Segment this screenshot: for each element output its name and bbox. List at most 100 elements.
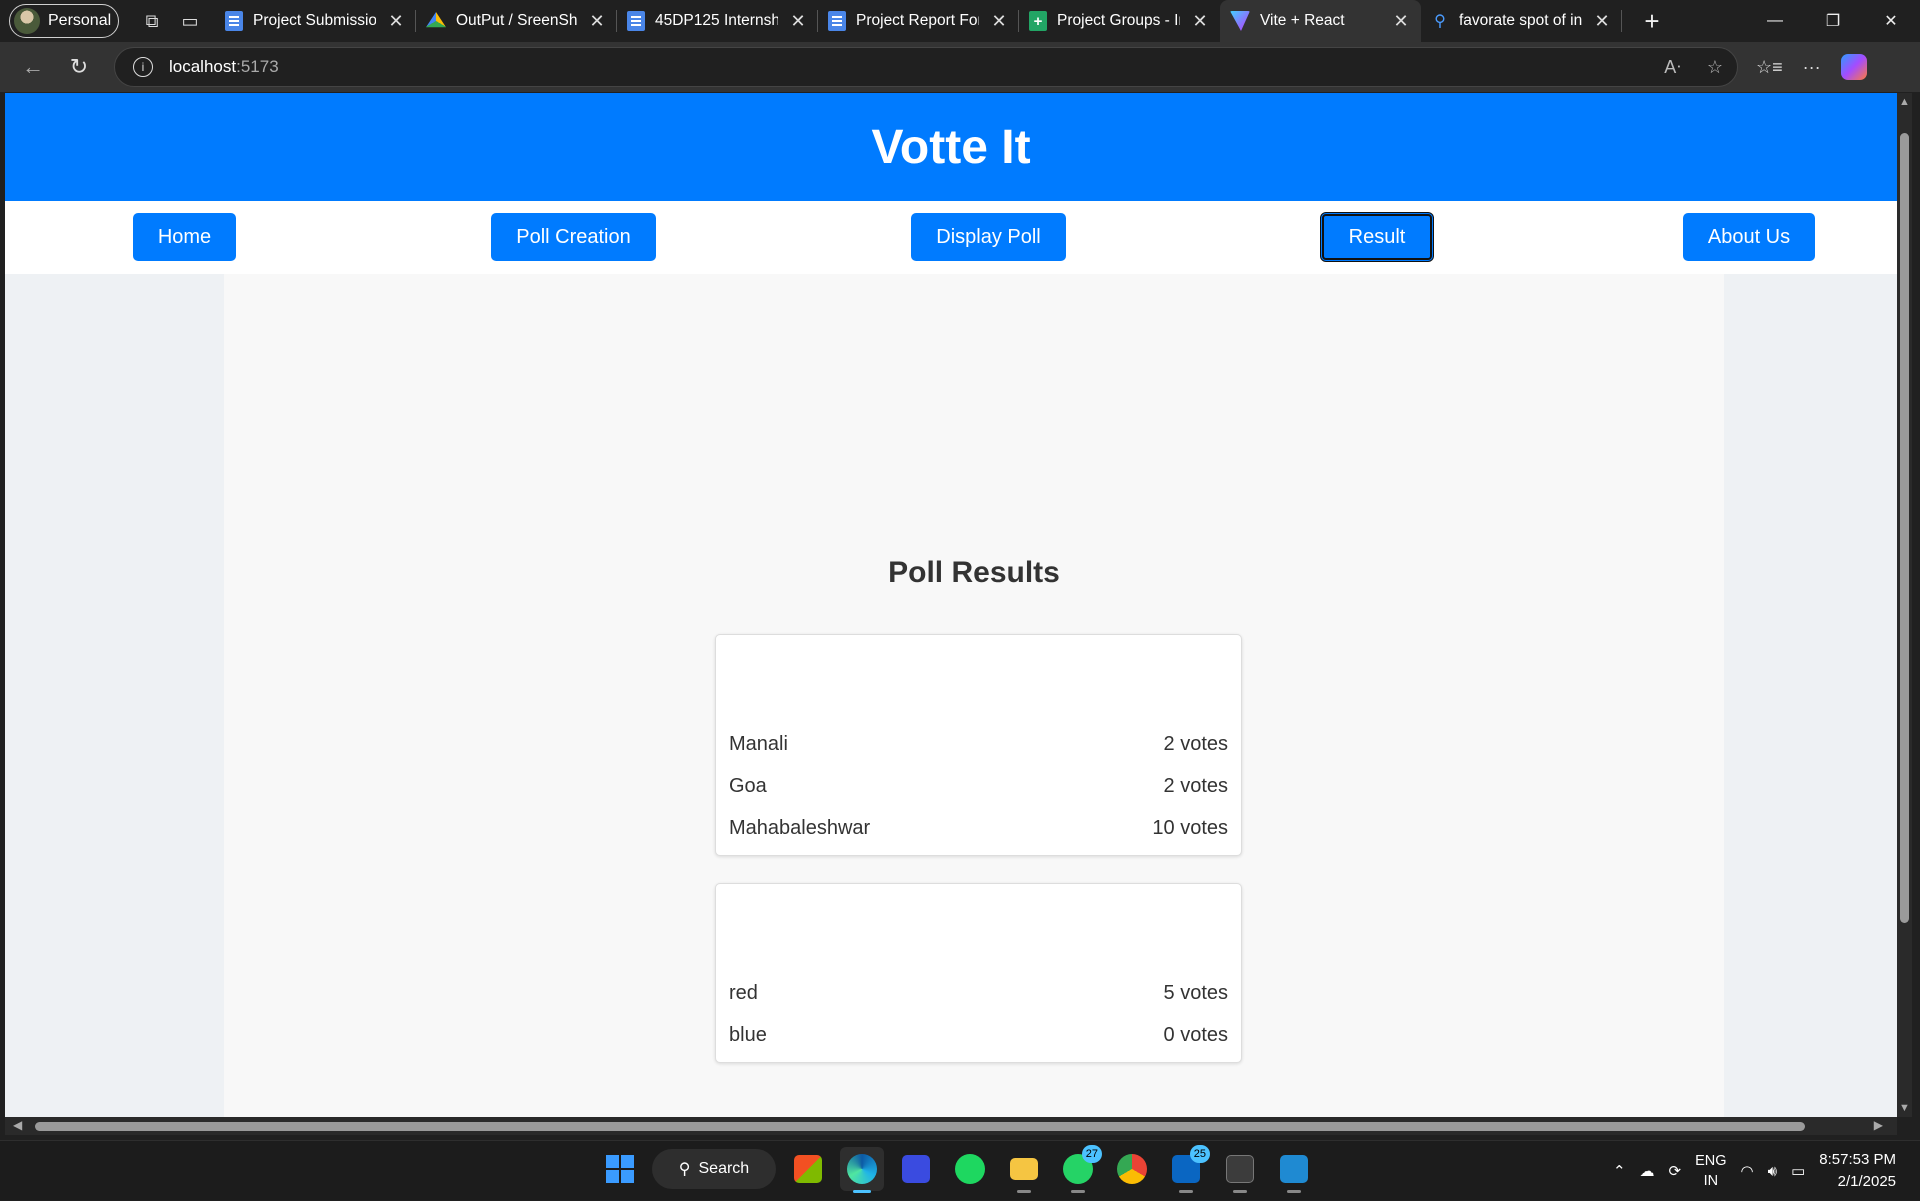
browser-tab[interactable]: Project Report Form ✕ <box>818 0 1019 42</box>
poll-question <box>729 635 1228 723</box>
close-tab-icon[interactable]: ✕ <box>989 11 1009 32</box>
close-window-icon[interactable]: ✕ <box>1862 0 1920 42</box>
app-icon[interactable] <box>894 1147 938 1191</box>
tab-title: OutPut / SreenShot <box>456 12 577 29</box>
profile-label: Personal <box>48 12 112 29</box>
vertical-scrollbar[interactable]: ▲ ▼ <box>1897 93 1912 1117</box>
scroll-left-icon[interactable]: ◀ <box>13 1118 22 1132</box>
favorite-star-icon[interactable]: ☆ <box>1707 57 1723 78</box>
option-name: blue <box>729 1023 767 1046</box>
search-icon: ⚲ <box>1434 13 1446 30</box>
whatsapp-badge: 27 <box>1081 1145 1102 1163</box>
restore-icon[interactable]: ❐ <box>1804 0 1862 42</box>
whatsapp-icon[interactable]: 27 <box>1056 1145 1102 1193</box>
poll-option-row: Manali 2 votes <box>729 723 1228 765</box>
chrome-icon[interactable] <box>1110 1147 1154 1191</box>
results-container: Poll Results Manali 2 votes Goa 2 votes … <box>224 274 1724 1117</box>
copilot-icon[interactable] <box>1840 54 1867 80</box>
google-docs-icon <box>627 11 645 31</box>
more-menu-icon[interactable]: ··· <box>1803 57 1821 78</box>
refresh-icon[interactable]: ↻ <box>58 46 100 88</box>
option-votes: 0 votes <box>1163 1023 1228 1046</box>
nav-display-poll-button[interactable]: Display Poll <box>911 213 1066 261</box>
app-header: Votte It <box>5 93 1897 201</box>
nav-poll-creation-button[interactable]: Poll Creation <box>491 213 656 261</box>
nav-result-button[interactable]: Result <box>1321 213 1433 261</box>
close-tab-icon[interactable]: ✕ <box>788 11 808 32</box>
scroll-up-icon[interactable]: ▲ <box>1897 96 1912 108</box>
back-arrow-icon[interactable]: ← <box>12 46 54 88</box>
google-docs-icon <box>225 11 243 31</box>
profile-button[interactable]: Personal <box>9 4 119 38</box>
browser-tab-active[interactable]: Vite + React ✕ <box>1220 0 1421 42</box>
wifi-icon[interactable]: ◠ <box>1741 1162 1754 1180</box>
site-info-icon[interactable]: i <box>133 57 153 77</box>
clock[interactable]: 8:57:53 PM 2/1/2025 <box>1819 1149 1896 1193</box>
browser-tab[interactable]: + Project Groups - In ✕ <box>1019 0 1220 42</box>
favorites-icon[interactable]: ☆≡ <box>1756 57 1783 78</box>
horizontal-scroll-thumb[interactable] <box>35 1122 1805 1131</box>
poll-option-row: red 5 votes <box>729 972 1228 1014</box>
nav-home-button[interactable]: Home <box>133 213 236 261</box>
tab-title: Project Groups - In <box>1057 12 1180 29</box>
windows-taskbar: ⚲ Search 27 25 ⌃ ☁ ⟳ ENG IN ◠ 🔊︎ ▭ 8:57:… <box>0 1140 1920 1200</box>
close-tab-icon[interactable]: ✕ <box>386 11 406 32</box>
nav-about-us-button[interactable]: About Us <box>1683 213 1815 261</box>
option-votes: 2 votes <box>1163 732 1228 755</box>
vscode-icon[interactable] <box>1272 1147 1316 1193</box>
close-tab-icon[interactable]: ✕ <box>1391 11 1411 32</box>
microsoft-store-icon[interactable] <box>786 1147 830 1191</box>
poll-result-card: Manali 2 votes Goa 2 votes Mahabaleshwar… <box>715 634 1242 856</box>
app-navbar: Home Poll Creation Display Poll Result A… <box>5 201 1897 274</box>
read-aloud-icon[interactable]: Aᐧ <box>1664 57 1681 78</box>
app-title: Votte It <box>871 120 1031 174</box>
tab-actions-icon[interactable]: ▭ <box>171 2 209 40</box>
url-field[interactable]: i localhost:5173 Aᐧ ☆ <box>114 47 1738 87</box>
url-host: localhost <box>169 57 237 76</box>
option-name: Mahabaleshwar <box>729 816 871 839</box>
tab-title: Project Report Form <box>856 12 979 29</box>
browser-tab[interactable]: ⚲ favorate spot of inc ✕ <box>1421 0 1622 42</box>
poll-option-row: blue 0 votes <box>729 1014 1228 1056</box>
scroll-down-icon[interactable]: ▼ <box>1897 1102 1912 1114</box>
edge-browser-icon[interactable] <box>840 1147 884 1193</box>
region-code: IN <box>1703 1173 1719 1189</box>
poll-option-row: Mahabaleshwar 10 votes <box>729 807 1228 849</box>
windows-logo-icon <box>606 1155 634 1183</box>
onedrive-icon[interactable]: ☁ <box>1640 1162 1655 1180</box>
linkedin-badge: 25 <box>1189 1145 1210 1163</box>
file-explorer-icon[interactable] <box>1002 1147 1046 1193</box>
workspaces-icon[interactable]: ⧉ <box>133 2 171 40</box>
browser-tab-bar: Personal ⧉ ▭ Project Submission ✕ OutPut… <box>0 0 1920 42</box>
poll-option-row: Goa 2 votes <box>729 765 1228 807</box>
volume-icon[interactable]: 🔊︎ <box>1768 1163 1777 1180</box>
taskbar-search-button[interactable]: ⚲ Search <box>652 1149 776 1189</box>
tab-title: favorate spot of inc <box>1459 12 1582 29</box>
browser-tab[interactable]: 45DP125 Internship ✕ <box>617 0 818 42</box>
spotify-icon[interactable] <box>948 1147 992 1191</box>
close-tab-icon[interactable]: ✕ <box>1592 11 1612 32</box>
start-button[interactable] <box>598 1147 642 1191</box>
minimize-icon[interactable]: — <box>1746 0 1804 42</box>
google-drive-icon <box>426 12 446 28</box>
scroll-right-icon[interactable]: ▶ <box>1874 1118 1883 1132</box>
battery-icon[interactable]: ▭ <box>1791 1162 1805 1180</box>
terminal-icon[interactable] <box>1218 1147 1262 1193</box>
vertical-scroll-thumb[interactable] <box>1900 133 1909 923</box>
new-tab-icon[interactable]: + <box>1632 6 1672 37</box>
search-icon: ⚲ <box>678 1161 691 1178</box>
close-tab-icon[interactable]: ✕ <box>1190 11 1210 32</box>
google-docs-icon <box>828 11 846 31</box>
horizontal-scrollbar[interactable]: ◀ ▶ <box>5 1117 1897 1135</box>
system-tray: ⌃ ☁ ⟳ ENG IN ◠ 🔊︎ ▭ 8:57:53 PM 2/1/2025 <box>1613 1141 1920 1201</box>
results-heading: Poll Results <box>888 556 1060 589</box>
sync-icon[interactable]: ⟳ <box>1669 1162 1682 1180</box>
language-indicator[interactable]: ENG IN <box>1695 1151 1726 1191</box>
clock-date: 2/1/2025 <box>1837 1173 1896 1190</box>
linkedin-icon[interactable]: 25 <box>1164 1145 1210 1193</box>
chevron-up-icon[interactable]: ⌃ <box>1613 1162 1626 1180</box>
poll-question <box>729 884 1228 972</box>
close-tab-icon[interactable]: ✕ <box>587 11 607 32</box>
browser-tab[interactable]: OutPut / SreenShot ✕ <box>416 0 617 42</box>
browser-tab[interactable]: Project Submission ✕ <box>215 0 416 42</box>
